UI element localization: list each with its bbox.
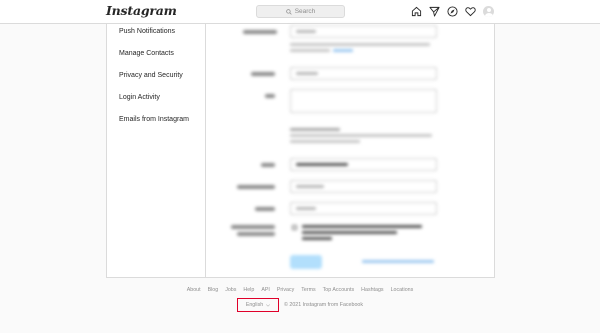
activity-heart-icon[interactable] [465,6,476,17]
profile-avatar[interactable] [483,6,494,17]
footer-link-api[interactable]: API [261,287,270,293]
footer-link-terms[interactable]: Terms [301,287,315,293]
form-hint [290,43,430,46]
footer-link-about[interactable]: About [187,287,201,293]
search-placeholder: Search [294,8,316,15]
email-field[interactable] [290,158,437,171]
chevron-down-icon [266,303,271,307]
instagram-logo[interactable]: Instagram [106,3,177,18]
footer-link-help[interactable]: Help [243,287,254,293]
settings-card: Push Notifications Manage Contacts Priva… [106,24,495,278]
explore-icon[interactable] [447,6,458,17]
top-nav-bar: Instagram Search [0,0,600,24]
settings-sidebar: Push Notifications Manage Contacts Priva… [107,24,206,277]
copyright-text: © 2021 Instagram from Facebook [284,302,363,308]
footer-links: About Blog Jobs Help API Privacy Terms T… [0,287,600,293]
form-label [261,163,275,167]
form-label [237,232,275,236]
form-label [265,94,275,98]
sidebar-item-manage-contacts[interactable]: Manage Contacts [119,50,174,57]
form-hint [290,49,330,52]
footer-link-locations[interactable]: Locations [391,287,414,293]
form-hint [290,134,432,137]
sidebar-item-push-notifications[interactable]: Push Notifications [119,28,175,35]
website-field[interactable] [290,67,437,80]
checkbox-description [302,225,422,228]
bio-field[interactable] [290,89,437,113]
form-label [243,30,277,34]
search-input[interactable]: Search [256,5,345,18]
form-label [231,225,275,229]
footer-link-privacy[interactable]: Privacy [277,287,294,293]
footer-link-blog[interactable]: Blog [208,287,219,293]
home-icon[interactable] [411,6,422,17]
disable-account-link[interactable] [362,260,434,263]
sidebar-item-privacy-security[interactable]: Privacy and Security [119,72,183,79]
username-field[interactable] [290,25,437,38]
checkbox-description [302,231,397,234]
direct-icon[interactable] [429,6,440,17]
language-label: English [245,302,264,308]
form-label [255,207,275,211]
form-link[interactable] [333,49,353,52]
form-label [237,185,275,189]
nav-icons [411,6,494,17]
checkbox-description [302,237,332,240]
footer-link-jobs[interactable]: Jobs [225,287,236,293]
form-hint [290,140,360,143]
form-label [251,72,275,76]
form-section-title [290,128,340,131]
suggestions-checkbox[interactable] [292,225,297,230]
footer-link-hashtags[interactable]: Hashtags [361,287,383,293]
language-selector[interactable]: English [237,298,279,312]
footer-bottom-row: English © 2021 Instagram from Facebook [0,298,600,312]
phone-field[interactable] [290,180,437,193]
edit-profile-form-blurred [207,24,495,277]
gender-field[interactable] [290,202,437,215]
submit-button[interactable] [290,255,322,269]
sidebar-item-login-activity[interactable]: Login Activity [119,94,160,101]
footer-link-top-accounts[interactable]: Top Accounts [323,287,355,293]
sidebar-item-emails-from-instagram[interactable]: Emails from Instagram [119,116,189,123]
search-icon [285,8,292,15]
